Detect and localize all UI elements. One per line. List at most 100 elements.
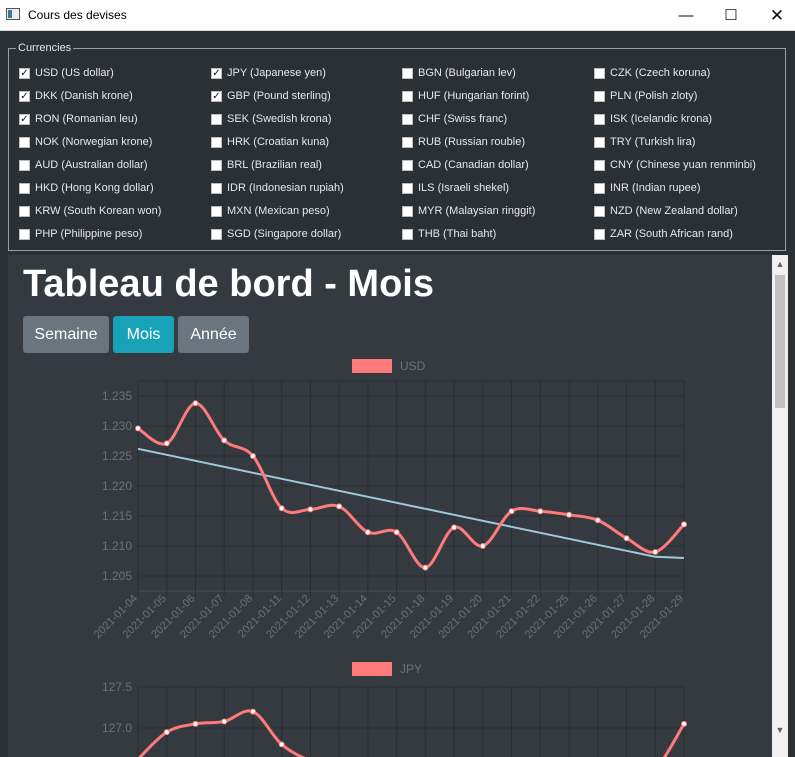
week-button[interactable]: Semaine	[23, 316, 109, 353]
scroll-down-icon[interactable]: ▼	[772, 723, 788, 737]
legend-label: JPY	[400, 662, 422, 676]
usd-series-line	[137, 401, 686, 570]
currency-label: HRK (Croatian kuna)	[227, 136, 330, 148]
currency-label: ILS (Israeli shekel)	[418, 182, 510, 194]
currency-label: CZK (Czech koruna)	[610, 67, 711, 79]
checkbox-box[interactable]	[211, 206, 222, 217]
checkbox-box[interactable]	[19, 206, 30, 217]
checkbox-box[interactable]	[402, 206, 413, 217]
close-button[interactable]: ✕	[754, 0, 795, 31]
checkbox-box[interactable]	[211, 114, 222, 125]
currency-label: GBP (Pound sterling)	[227, 90, 331, 102]
checkbox-box[interactable]	[402, 114, 413, 125]
y-tick-label: 1.225	[102, 449, 132, 463]
data-point	[163, 729, 170, 736]
currency-label: CAD (Canadian dollar)	[418, 159, 529, 171]
checkbox-box[interactable]	[19, 183, 30, 194]
data-point	[249, 453, 256, 459]
checkbox-box[interactable]	[594, 68, 605, 79]
scroll-thumb[interactable]	[775, 275, 785, 408]
currency-label: BGN (Bulgarian lev)	[418, 67, 516, 79]
checkbox-box[interactable]	[19, 137, 30, 148]
currency-label: MXN (Mexican peso)	[227, 205, 330, 217]
currency-label: RON (Romanian leu)	[35, 113, 138, 125]
data-point	[681, 521, 687, 528]
y-tick-label: 1.220	[102, 479, 132, 493]
checkbox-box[interactable]	[19, 229, 30, 240]
currency-label: NZD (New Zealand dollar)	[610, 205, 738, 217]
data-point	[422, 564, 429, 571]
checkbox-box[interactable]	[211, 160, 222, 171]
usd-chart: USD1.2351.2301.2251.2201.2151.2101.20520…	[92, 359, 687, 641]
y-tick-label: 1.210	[102, 539, 132, 553]
checkmark-icon[interactable]: ✓	[19, 91, 30, 102]
y-tick-label: 127.5	[102, 680, 132, 694]
checkbox-box[interactable]	[211, 137, 222, 148]
legend-swatch	[352, 662, 392, 676]
maximize-button[interactable]: ☐	[708, 0, 754, 31]
checkbox-box[interactable]	[594, 114, 605, 125]
currency-label: BRL (Brazilian real)	[227, 159, 322, 171]
y-tick-label: 1.215	[102, 509, 132, 523]
currency-label: AUD (Australian dollar)	[35, 159, 148, 171]
checkmark-icon[interactable]: ✓	[19, 68, 30, 79]
checkmark-icon[interactable]: ✓	[211, 91, 222, 102]
data-point	[278, 505, 285, 512]
minimize-button[interactable]: —	[663, 0, 709, 31]
y-tick-label: 1.230	[102, 419, 132, 433]
scroll-up-icon[interactable]: ▲	[772, 257, 788, 271]
checkbox-box[interactable]	[594, 206, 605, 217]
checkbox-box[interactable]	[211, 183, 222, 194]
data-point	[623, 535, 630, 542]
currency-label: MYR (Malaysian ringgit)	[418, 205, 536, 217]
window-title: Cours des devises	[28, 8, 127, 22]
data-point	[249, 708, 256, 715]
data-point	[479, 543, 486, 549]
currency-label: CNY (Chinese yuan renminbi)	[610, 159, 756, 171]
checkbox-box[interactable]	[402, 68, 413, 79]
checkbox-box[interactable]	[594, 160, 605, 171]
trend-line	[137, 447, 685, 559]
data-point	[451, 524, 458, 531]
data-point	[336, 503, 343, 510]
legend-swatch	[352, 359, 392, 373]
data-point	[221, 718, 228, 725]
checkbox-box[interactable]	[402, 229, 413, 240]
currency-label: IDR (Indonesian rupiah)	[227, 182, 344, 194]
currency-label: NOK (Norwegian krone)	[35, 136, 153, 148]
title-bar: Cours des devises — ☐ ✕	[0, 0, 795, 31]
vertical-scrollbar[interactable]: ▲ ▼	[772, 255, 788, 757]
checkbox-box[interactable]	[211, 229, 222, 240]
checkmark-icon[interactable]: ✓	[19, 114, 30, 125]
month-button[interactable]: Mois	[113, 316, 174, 353]
data-point	[508, 508, 515, 515]
checkbox-box[interactable]	[594, 91, 605, 102]
checkbox-box[interactable]	[402, 183, 413, 194]
currency-label: INR (Indian rupee)	[610, 182, 701, 194]
data-point	[307, 506, 314, 513]
checkbox-box[interactable]	[402, 137, 413, 148]
legend-label: USD	[400, 359, 426, 373]
data-point	[393, 529, 400, 536]
checkbox-box[interactable]	[594, 183, 605, 194]
checkbox-box[interactable]	[402, 91, 413, 102]
dashboard-webview: Tableau de bord - Mois Semaine Mois Anné…	[8, 255, 788, 757]
year-button[interactable]: Année	[178, 316, 249, 353]
currency-label: SEK (Swedish krona)	[227, 113, 332, 125]
currency-label: PLN (Polish zloty)	[610, 90, 698, 102]
checkmark-icon[interactable]: ✓	[211, 68, 222, 79]
data-point	[278, 741, 285, 748]
currency-label: TRY (Turkish lira)	[610, 136, 696, 148]
checkbox-box[interactable]	[19, 160, 30, 171]
data-point	[566, 511, 573, 518]
checkbox-box[interactable]	[594, 137, 605, 148]
data-point	[652, 549, 659, 555]
data-point	[192, 400, 199, 407]
checkbox-box[interactable]	[402, 160, 413, 171]
jpy-chart: JPY 127.5 127.0	[102, 662, 687, 757]
data-point	[192, 720, 199, 727]
currencies-legend: Currencies	[16, 42, 74, 54]
checkbox-box[interactable]	[594, 229, 605, 240]
data-point	[135, 425, 141, 432]
data-point	[364, 529, 371, 536]
